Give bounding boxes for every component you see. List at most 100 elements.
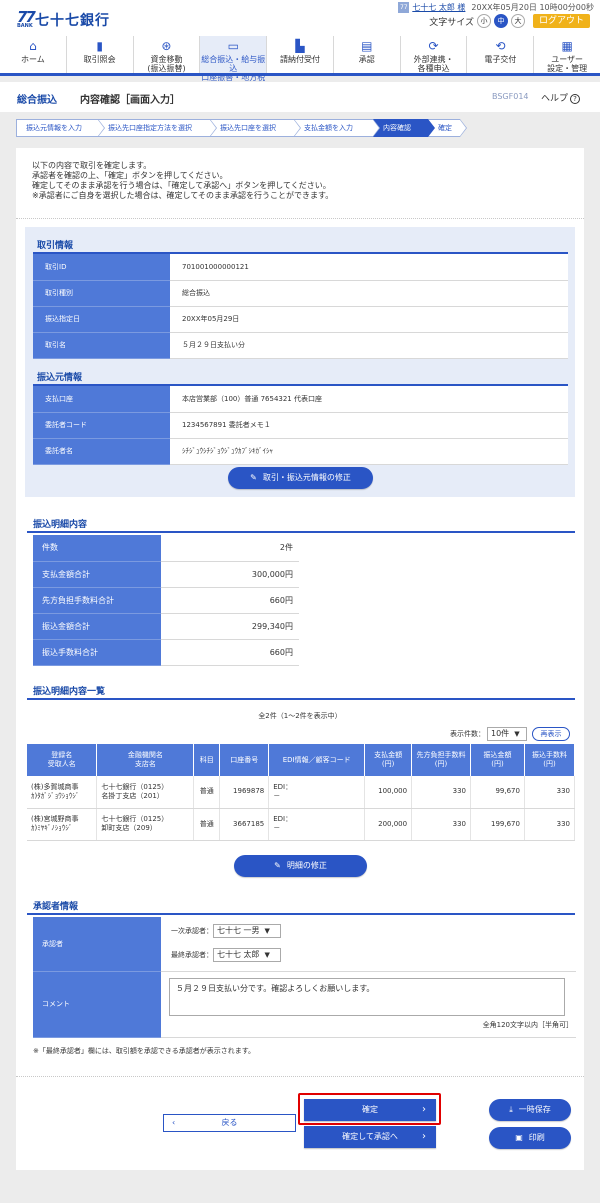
summary-heading: 振込明細内容 [33, 520, 88, 530]
nav-bulk-transfer[interactable]: ▭ 総合振込・給与振込 口座振替・地方税 [200, 36, 268, 82]
intro-text: 以下の内容で取引を確定します。 承認者を確認の上、「確定」ボタンを押してください… [32, 161, 334, 200]
col-header: 振込金額 (円) [470, 744, 525, 776]
screen-code: BSGF014 [492, 92, 529, 101]
chevron-left-icon: ‹ [172, 1118, 176, 1127]
download-icon: ⤓ [509, 1105, 513, 1114]
confirm-and-approve-button[interactable]: 確定して承認へ › [304, 1126, 436, 1148]
col-header: 振込手数料 (円) [524, 744, 576, 776]
help-icon: ? [570, 94, 581, 104]
section-rule [27, 913, 575, 915]
chevron-down-icon: ▼ [264, 951, 270, 960]
font-size-label: 文字サイズ [429, 17, 474, 28]
chevron-down-icon: ▼ [264, 927, 270, 936]
edit-details-button[interactable]: ✎ 明細の修正 [234, 855, 367, 877]
nav-tax-payment[interactable]: ▙ 請納付受付 [267, 36, 334, 73]
global-nav: ⌂ ホーム ▮ 取引照会 ⊛ 資金移動 (振込振替) ▭ 総合振込・給与振込 口座振替・地方… [0, 36, 600, 82]
divider [16, 218, 584, 219]
user-info: 77 七十七 太郎 様 20XX年05月20日 10時00分00秒 [398, 2, 594, 13]
table-row: 支払金額合計 300,000円 [33, 561, 299, 588]
approver-heading: 承認者情報 [33, 902, 79, 912]
yen-icon: ⊛ [161, 39, 172, 53]
logout-button[interactable]: ログアウト [533, 14, 590, 28]
table-row: 委託者コード 1234567891 委託者メモ１ [33, 412, 568, 439]
list-count: 全2件（1～2件を表示中） [258, 712, 342, 720]
table-row: (株)多賀城商事 ｶ)ﾀｶﾞｼﾞｮｳｼｮｳｼﾞ 七十七銀行（0125） 名掛丁支店（… [27, 776, 576, 809]
first-approver-select[interactable]: 七十七 一男 ▼ [213, 924, 281, 939]
table-header-row: 登録名 受取人名 金融機関名 支店名 科目 口座番号 EDI情報／顧客コード 支払金… [27, 744, 576, 776]
col-header: 口座番号 [219, 744, 270, 776]
chevron-right-icon: › [422, 1131, 426, 1142]
approver-footnote: ※「最終承認者」欄には、取引額を承認できる承認者が表示されます。 [33, 1047, 256, 1055]
user-settings-icon: ▦ [561, 39, 573, 53]
final-approver-select[interactable]: 七十七 太郎 ▼ [213, 948, 281, 963]
font-small-button[interactable]: 小 [477, 14, 491, 28]
divider [16, 1076, 584, 1077]
comment-textarea[interactable]: ５月２９日支払い分です。確認よろしくお願いします。 [169, 978, 565, 1016]
nav-transfer[interactable]: ⊛ 資金移動 (振込振替) [134, 36, 201, 73]
page-category: 総合振込 [17, 95, 57, 106]
source-heading: 振込元情報 [37, 373, 83, 383]
detail-table: 登録名 受取人名 金融機関名 支店名 科目 口座番号 EDI情報／顧客コード 支払金… [27, 744, 576, 841]
table-row: 振込金額合計 299,340円 [33, 613, 299, 640]
pencil-icon: ✎ [250, 473, 257, 482]
edit-source-button[interactable]: ✎ 取引・振込元情報の修正 [228, 467, 373, 489]
print-button[interactable]: ▣ 印刷 [489, 1127, 571, 1149]
section-rule [27, 698, 575, 700]
col-header: 金融機関名 支店名 [96, 744, 195, 776]
col-header: 登録名 受取人名 [27, 744, 98, 776]
nav-user-settings[interactable]: ▦ ユーザー 設定・管理 [534, 36, 600, 73]
font-medium-button[interactable]: 中 [494, 14, 508, 28]
step-2: 振込先口座指定方法を選択 [98, 119, 217, 137]
table-row: 取引ID 701001000000121 [33, 254, 568, 281]
step-4: 支払金額を入力 [294, 119, 380, 137]
transaction-heading: 取引情報 [37, 241, 74, 251]
approve-icon: ▤ [361, 39, 373, 53]
table-row: (株)宮城野商事 ｶ)ﾐﾔｷﾞﾉｼｮｳｼﾞ 七十七銀行（0125） 卸町支店（209… [27, 808, 576, 841]
source-table: 支払口座 本店営業部（100）普通 7654321 代表口座 委託者コード 1234… [33, 386, 568, 465]
logo-mark: 77 [17, 8, 36, 26]
col-header: EDI情報／顧客コード [268, 744, 366, 776]
nav-approve[interactable]: ▤ 承認 [334, 36, 401, 73]
redisplay-button[interactable]: 再表示 [532, 727, 570, 741]
user-icon: 77 [398, 2, 410, 13]
col-header: 先方負担手数料 (円) [411, 744, 471, 776]
logo-bank: BANK [17, 23, 33, 29]
table-row: 先方負担手数料合計 660円 [33, 587, 299, 614]
col-header: 科目 [193, 744, 221, 776]
step-3: 振込先口座を選択 [210, 119, 301, 137]
table-row: 振込指定日 20XX年05月29日 [33, 306, 568, 333]
table-row: 取引種別 総合振込 [33, 280, 568, 307]
receipt-icon: ▙ [295, 39, 305, 53]
comment-limit: 全角120文字以内［半角可］ [482, 1021, 573, 1029]
page-title: 内容確認［画面入力］ [80, 95, 180, 106]
back-button[interactable]: ‹ 戻る [163, 1114, 296, 1132]
link-icon: ⟳ [428, 39, 439, 53]
pencil-icon: ✎ [274, 861, 281, 870]
nav-inquiry[interactable]: ▮ 取引照会 [67, 36, 134, 73]
font-large-button[interactable]: 大 [511, 14, 525, 28]
page-size-select[interactable]: 10件 ▼ [487, 727, 527, 741]
summary-table: 件数 2件 支払金額合計 300,000円 先方負担手数料合計 660円 振込金額合計… [33, 535, 299, 666]
card-icon: ▭ [227, 39, 239, 53]
nav-home[interactable]: ⌂ ホーム [0, 36, 67, 73]
step-1: 振込元情報を入力 [16, 119, 105, 137]
list-heading: 振込明細内容一覧 [33, 687, 106, 697]
table-row: 取引名 ５月２９日支払い分 [33, 332, 568, 359]
approver-table: 承認者 一次承認者： 七十七 一男 ▼ 最終承認者： 七十七 太郎 ▼ コメント ５月２… [33, 917, 576, 1038]
exchange-icon: ⟲ [495, 39, 506, 53]
table-row: 委託者名 ｼﾁｼﾞｭｳｼﾁｼﾞｮｳｼﾞｭｳｶﾌﾞｼｷｶﾞｲｼｬ [33, 438, 568, 465]
save-draft-button[interactable]: ⤓ 一時保存 [489, 1099, 571, 1121]
table-row: コメント ５月２９日支払い分です。確認よろしくお願いします。 全角120文字以内… [33, 971, 576, 1038]
nav-external[interactable]: ⟳ 外部連携・ 各種申込 [401, 36, 468, 73]
step-5-current: 内容確認 [373, 119, 435, 137]
chevron-down-icon: ▼ [514, 730, 520, 738]
bank-name: 七十七銀行 [35, 13, 110, 29]
bank-logo[interactable]: 77 BANK 七十七銀行 [17, 10, 110, 30]
help-link[interactable]: ヘルプ? [541, 91, 581, 104]
confirm-button[interactable]: 確定 › [304, 1099, 436, 1121]
nav-e-delivery[interactable]: ⟲ 電子交付 [467, 36, 535, 73]
title-bar: 総合振込 内容確認［画面入力］ BSGF014 ヘルプ? [0, 82, 600, 112]
user-name[interactable]: 七十七 太郎 様 [412, 2, 465, 13]
printer-icon: ▣ [515, 1133, 523, 1142]
transaction-table: 取引ID 701001000000121 取引種別 総合振込 振込指定日 20XX年0… [33, 254, 568, 359]
